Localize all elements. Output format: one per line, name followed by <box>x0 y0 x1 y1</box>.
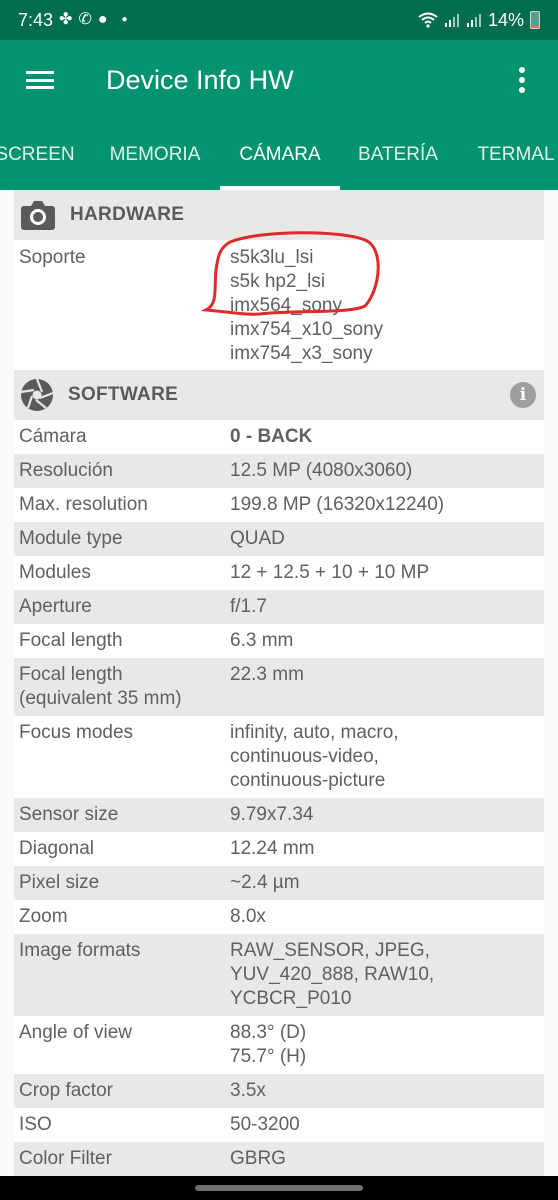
navigation-bar <box>0 1176 558 1200</box>
table-row: ISO 50-3200 <box>14 1108 544 1142</box>
home-handle[interactable] <box>195 1185 363 1191</box>
tab-label: TERMAL <box>477 144 555 165</box>
table-row: Crop factor 3.5x <box>14 1074 544 1108</box>
camera-icon <box>21 201 55 230</box>
row-key: Sensor size <box>19 804 119 825</box>
table-row: Aperture f/1.7 <box>14 590 544 624</box>
hardware-header: HARDWARE <box>14 190 544 240</box>
row-key: Resolución <box>19 460 113 481</box>
software-table: Cámara 0 - BACK Resolución 12.5 MP (4080x30… <box>14 420 544 1176</box>
tab-label: BATERÍA <box>358 144 438 165</box>
wifi-icon <box>418 12 438 28</box>
row-value: ~2.4 µm <box>230 872 300 893</box>
row-value: 8.0x <box>230 906 266 927</box>
row-value: 0 - BACK <box>230 426 313 447</box>
row-key: Angle of view <box>19 1022 133 1043</box>
status-time: 7:43 <box>18 9 54 30</box>
battery-percent: 14% <box>487 9 524 30</box>
row-value: 6.3 mm <box>230 630 294 651</box>
software-card: SOFTWARE i Cámara 0 - BACK Resolución 12.5 … <box>14 370 544 1176</box>
row-key: Image formats <box>19 940 141 961</box>
table-row: Focal length 6.3 mm <box>14 624 544 658</box>
table-row: Sensor size 9.79x7.34 <box>14 798 544 832</box>
tab-label: CÁMARA <box>239 144 321 165</box>
table-row: Module type QUAD <box>14 522 544 556</box>
dot-icon: ● <box>121 14 128 25</box>
hardware-card: HARDWARE Soporte s5k3lu_lsi s5k hp2_lsi … <box>14 190 544 370</box>
status-bar: 7:43 ✤ ✆ ● ● 14% <box>0 0 558 40</box>
row-value: 12.5 MP (4080x3060) <box>230 460 413 481</box>
row-key: Focal length (equivalent 35 mm) <box>19 664 182 709</box>
pinwheel-icon: ✤ <box>59 11 73 28</box>
row-key: Zoom <box>19 906 68 927</box>
aperture-icon <box>20 378 54 411</box>
table-row: Modules 12 + 12.5 + 10 + 10 MP <box>14 556 544 590</box>
table-row: Max. resolution 199.8 MP (16320x12240) <box>14 488 544 522</box>
table-row: Focus modes infinity, auto, macro, contin… <box>14 716 544 798</box>
tab-label: SCREEN <box>0 144 75 165</box>
row-key: Pixel size <box>19 872 100 893</box>
table-row: Soporte s5k3lu_lsi s5k hp2_lsi imx564_so… <box>14 240 544 370</box>
row-value: 3.5x <box>230 1080 266 1101</box>
row-key: Diagonal <box>19 838 94 859</box>
row-key: Focal length <box>19 630 123 651</box>
whatsapp-icon: ✆ <box>78 11 92 28</box>
row-key: Crop factor <box>19 1080 113 1101</box>
row-value: 88.3° (D) 75.7° (H) <box>230 1022 307 1067</box>
row-value: 199.8 MP (16320x12240) <box>230 494 445 515</box>
row-key: Max. resolution <box>19 494 148 515</box>
row-value: f/1.7 <box>230 596 267 617</box>
tab-termal[interactable]: TERMAL <box>464 120 558 190</box>
row-key: Cámara <box>19 426 87 447</box>
row-value: 12 + 12.5 + 10 + 10 MP <box>230 562 430 583</box>
app-bar: Device Info HW <box>0 40 558 120</box>
table-row: Cámara 0 - BACK <box>14 420 544 454</box>
row-key: ISO <box>19 1114 52 1135</box>
row-key: Modules <box>19 562 91 583</box>
row-key: Color Filter <box>19 1148 112 1169</box>
row-value: QUAD <box>230 528 285 549</box>
tab-label: MEMORIA <box>109 144 201 165</box>
hamburger-menu-icon[interactable] <box>24 68 56 92</box>
table-row: Angle of view 88.3° (D) 75.7° (H) <box>14 1016 544 1074</box>
row-value: RAW_SENSOR, JPEG, YUV_420_888, RAW10, YC… <box>230 940 435 1009</box>
tab-memoria[interactable]: MEMORIA <box>96 120 214 190</box>
signal-icon <box>444 14 459 27</box>
tab-bateria[interactable]: BATERÍA <box>346 120 450 190</box>
signal-icon <box>466 14 481 27</box>
row-value: 12.24 mm <box>230 838 315 859</box>
content-scroll[interactable]: HARDWARE Soporte s5k3lu_lsi s5k hp2_lsi … <box>0 190 558 1176</box>
hardware-title: HARDWARE <box>70 204 185 225</box>
battery-icon <box>530 11 540 29</box>
row-key: Module type <box>19 528 123 549</box>
row-value: infinity, auto, macro, continuous-video,… <box>230 722 399 791</box>
row-key: Aperture <box>19 596 92 617</box>
row-value: 50-3200 <box>230 1114 300 1135</box>
software-header: SOFTWARE i <box>14 370 544 420</box>
app-title: Device Info HW <box>106 64 294 95</box>
table-row: Image formats RAW_SENSOR, JPEG, YUV_420_8… <box>14 934 544 1016</box>
tab-bar: SCREEN MEMORIA CÁMARA BATERÍA TERMAL <box>0 120 558 190</box>
row-value: 9.79x7.34 <box>230 804 314 825</box>
software-title: SOFTWARE <box>68 384 179 405</box>
tab-screen[interactable]: SCREEN <box>0 120 80 190</box>
info-icon[interactable]: i <box>510 382 536 408</box>
table-row: Zoom 8.0x <box>14 900 544 934</box>
table-row: Pixel size ~2.4 µm <box>14 866 544 900</box>
table-row: Diagonal 12.24 mm <box>14 832 544 866</box>
table-row: Color Filter GBRG <box>14 1142 544 1176</box>
table-row: Resolución 12.5 MP (4080x3060) <box>14 454 544 488</box>
row-key: Soporte <box>19 247 86 268</box>
tab-camara[interactable]: CÁMARA <box>220 120 340 190</box>
row-value: 22.3 mm <box>230 664 304 685</box>
row-value: s5k3lu_lsi s5k hp2_lsi imx564_sony imx75… <box>230 247 384 364</box>
table-row: Focal length (equivalent 35 mm) 22.3 mm <box>14 658 544 716</box>
row-value: GBRG <box>230 1148 286 1169</box>
more-vert-icon[interactable] <box>510 65 534 95</box>
bulb-icon: ● <box>97 11 108 28</box>
row-key: Focus modes <box>19 722 134 743</box>
